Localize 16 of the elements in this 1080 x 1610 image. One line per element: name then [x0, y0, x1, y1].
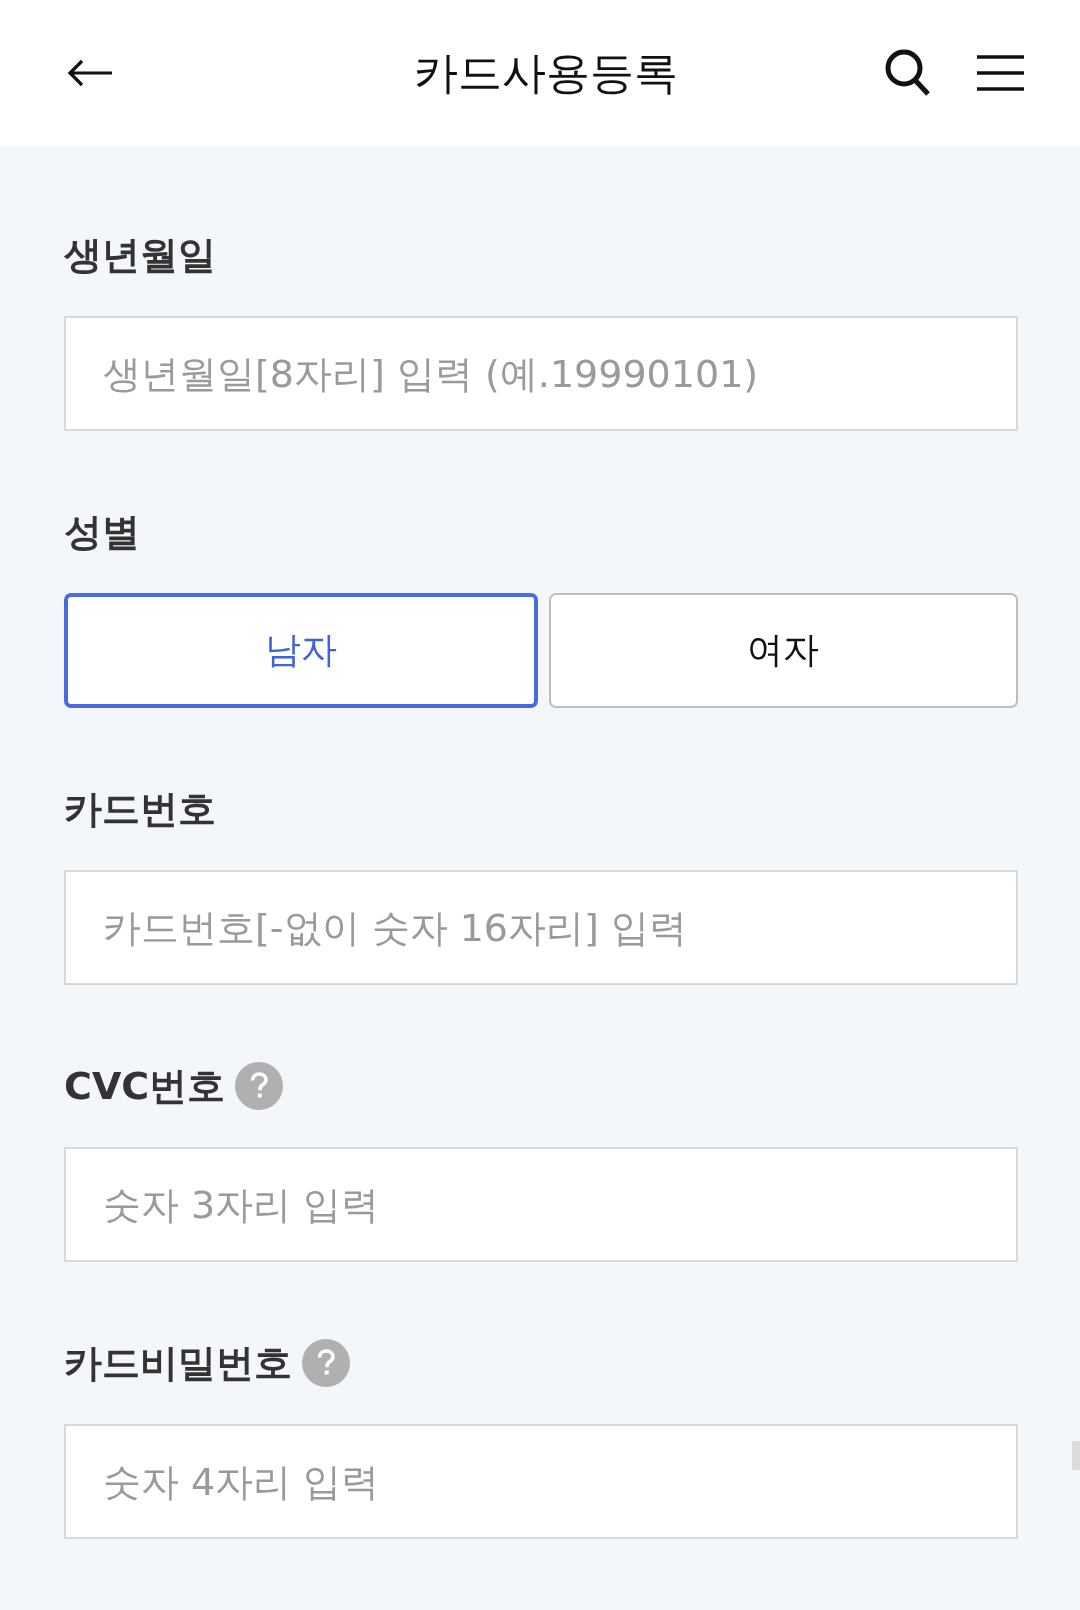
field-label: 성별: [64, 509, 140, 556]
field-label: 카드번호: [64, 786, 216, 833]
page-title: 카드사용등록: [413, 46, 678, 100]
field-label: 카드비밀번호: [64, 1340, 292, 1387]
field-label: CVC번호: [64, 1063, 226, 1110]
input-field[interactable]: 카드번호[-없이 숫자 16자리] 입력: [64, 870, 1018, 985]
input-field[interactable]: 숫자 3자리 입력: [64, 1147, 1018, 1262]
menu-icon[interactable]: [977, 55, 1024, 91]
gender-option-button[interactable]: 여자: [548, 593, 1018, 708]
scrollbar-thumb: [1072, 1441, 1080, 1470]
gender-option-button[interactable]: 남자: [64, 593, 538, 708]
input-field[interactable]: 숫자 4자리 입력: [64, 1424, 1018, 1539]
field-label: 생년월일: [64, 232, 216, 279]
input-field[interactable]: 생년월일[8자리] 입력 (예.19990101): [64, 316, 1018, 431]
search-icon[interactable]: [885, 49, 931, 97]
back-arrow-icon[interactable]: [67, 59, 114, 87]
